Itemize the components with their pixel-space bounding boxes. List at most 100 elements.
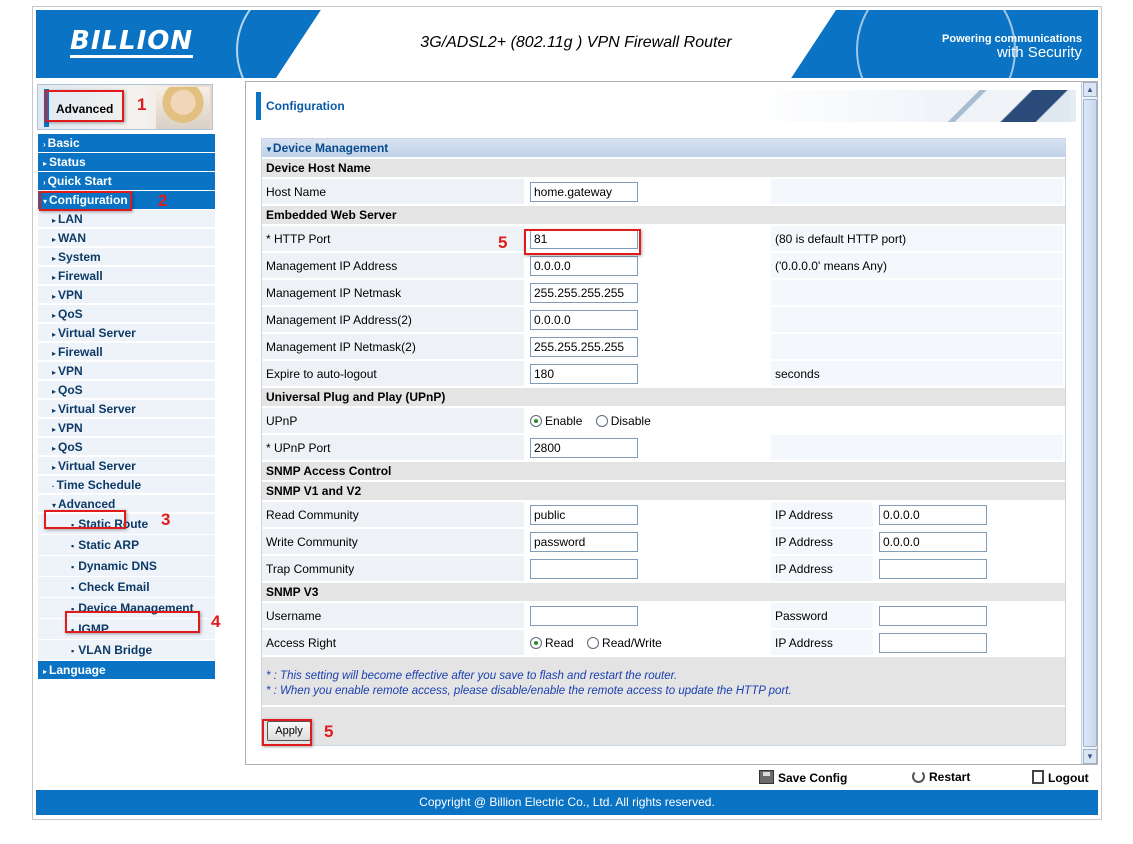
sidebar-item-qos[interactable]: ▸ QoS [38, 305, 215, 324]
sidebar-item-virtual-server[interactable]: ▸ Virtual Server [38, 400, 215, 419]
arrow-icon: ▸ [52, 463, 57, 472]
scroll-down-icon[interactable]: ▼ [1083, 749, 1097, 764]
arrow-icon: ▸ [52, 406, 57, 415]
sidebar-item-wan[interactable]: ▸ WAN [38, 229, 215, 248]
arrow-icon: ▸ [52, 311, 57, 320]
access-read-radio[interactable] [530, 637, 542, 650]
sidebar-item-static-route[interactable]: ▪ Static Route [38, 514, 215, 535]
sidebar-item-language[interactable]: ▸ Language [38, 661, 215, 680]
sidebar-item-qos[interactable]: ▸ QoS [38, 438, 215, 457]
sidebar-item-time-schedule[interactable]: · Time Schedule [38, 476, 215, 495]
save-config-button[interactable]: Save Config [759, 770, 847, 785]
http-port-input[interactable]: 81 [530, 228, 638, 249]
sidebar-item-static-arp[interactable]: ▪ Static ARP [38, 535, 215, 556]
username-input[interactable] [530, 605, 638, 626]
sidebar-item-vpn[interactable]: ▸ VPN [38, 362, 215, 381]
access-ip-input[interactable] [879, 632, 987, 653]
apply-button[interactable]: Apply [267, 721, 311, 741]
access-readwrite-radio[interactable] [587, 637, 600, 650]
sidebar-item-virtual-server[interactable]: ▸ Virtual Server [38, 457, 215, 476]
sidebar-item-check-email[interactable]: ▪ Check Email [38, 577, 215, 598]
scroll-thumb[interactable] [1083, 99, 1097, 747]
notes-box: * : This setting will become effective a… [262, 657, 1065, 705]
upnp-disable-label: Disable [610, 413, 651, 428]
arrow-icon: ▸ [52, 387, 57, 396]
sidebar-item-vpn[interactable]: ▸ VPN [38, 419, 215, 438]
password-input[interactable] [879, 605, 987, 626]
sidebar-item-igmp[interactable]: ▪ IGMP [38, 619, 215, 640]
sidebar-item-label: VPN [58, 364, 83, 378]
logout-label: Logout [1048, 771, 1089, 785]
upnp-enable-radio[interactable] [530, 415, 542, 428]
sidebar-item-configuration[interactable]: ▾ Configuration [38, 191, 215, 210]
arrow-icon: › [43, 178, 46, 187]
sidebar-item-qos[interactable]: ▸ QoS [38, 381, 215, 400]
sidebar-item-vpn[interactable]: ▸ VPN [38, 286, 215, 305]
sidebar-item-firewall[interactable]: ▸ Firewall [38, 343, 215, 362]
sidebar-item-advanced[interactable]: ▾ Advanced [38, 495, 215, 514]
apply-row: Apply [262, 707, 1065, 745]
mgmt-ip-input[interactable]: 0.0.0.0 [530, 255, 638, 276]
read-ip-input[interactable]: 0.0.0.0 [879, 504, 987, 525]
note-line-1: * : This setting will become effective a… [266, 670, 678, 682]
office-photo [926, 90, 1070, 122]
sidebar-item-label: Static ARP [78, 538, 140, 552]
arrow-icon: ▸ [52, 444, 57, 453]
sidebar-item-system[interactable]: ▸ System [38, 248, 215, 267]
sidebar-item-label: IGMP [78, 622, 109, 636]
bullet-icon: ▪ [71, 583, 75, 593]
upnp-port-input[interactable]: 2800 [530, 437, 638, 458]
sidebar-item-label: VPN [58, 421, 83, 435]
section-snmp: SNMP Access Control [262, 462, 1065, 480]
mgmt-mask-input[interactable]: 255.255.255.255 [530, 282, 638, 303]
access-ip-label: IP Address [771, 630, 875, 655]
restart-button[interactable]: Restart [912, 770, 970, 784]
auto-logout-input[interactable]: 180 [530, 363, 638, 384]
sidebar-item-status[interactable]: ▸ Status [38, 153, 215, 172]
write-ip-input[interactable]: 0.0.0.0 [879, 531, 987, 552]
sidebar-item-dynamic-dns[interactable]: ▪ Dynamic DNS [38, 556, 215, 577]
sidebar-item-label: Check Email [78, 580, 150, 594]
upnp-enable-label: Enable [545, 413, 583, 428]
mgmt-ip2-input[interactable]: 0.0.0.0 [530, 309, 638, 330]
host-name-input[interactable]: home.gateway [530, 181, 638, 202]
sidebar-banner: Advanced [37, 84, 213, 130]
mgmt-mask-label: Management IP Netmask [262, 280, 526, 305]
sidebar-item-virtual-server[interactable]: ▸ Virtual Server [38, 324, 215, 343]
annotation-number-1: 1 [137, 95, 147, 114]
sidebar-item-device-management[interactable]: ▪ Device Management [38, 598, 215, 619]
sidebar-item-label: Status [49, 155, 86, 169]
sidebar-item-basic[interactable]: › Basic [38, 134, 215, 153]
vertical-scrollbar[interactable]: ▲ ▼ [1081, 82, 1097, 764]
sidebar-item-label: VLAN Bridge [78, 643, 153, 657]
bullet-icon: ▪ [71, 604, 75, 614]
sidebar-item-lan[interactable]: ▸ LAN [38, 210, 215, 229]
bullet-icon: ▪ [71, 562, 75, 572]
mgmt-mask2-input[interactable]: 255.255.255.255 [530, 336, 638, 357]
read-community-label: Read Community [262, 502, 526, 527]
arrow-icon: ▸ [43, 667, 48, 676]
arrow-icon: ▸ [52, 368, 57, 377]
logout-button[interactable]: Logout [1032, 770, 1089, 785]
mgmt-ip-label: Management IP Address [262, 253, 526, 278]
scroll-up-icon[interactable]: ▲ [1083, 82, 1097, 97]
upnp-disable-radio[interactable] [595, 415, 608, 428]
sidebar-item-label: Virtual Server [58, 402, 136, 416]
product-title: 3G/ADSL2+ (802.11g ) VPN Firewall Router [420, 34, 732, 51]
section-snmp-v1v2: SNMP V1 and V2 [262, 482, 1065, 500]
arrow-icon: ▸ [52, 349, 57, 358]
http-port-label: * HTTP Port [262, 226, 526, 251]
trap-ip-input[interactable] [879, 558, 987, 579]
sidebar-item-vlan-bridge[interactable]: ▪ VLAN Bridge [38, 640, 215, 661]
trap-community-input[interactable] [530, 558, 638, 579]
panel-title[interactable]: ▼Device Management [262, 139, 1065, 157]
read-community-input[interactable]: public [530, 504, 638, 525]
bullet-icon: ▪ [71, 541, 75, 551]
sidebar-item-label: QoS [58, 307, 83, 321]
write-community-input[interactable]: password [530, 531, 638, 552]
sidebar-item-firewall[interactable]: ▸ Firewall [38, 267, 215, 286]
sidebar-item-label: Quick Start [47, 174, 112, 188]
content-header: Configuration [254, 90, 1076, 122]
sidebar-item-quick-start[interactable]: › Quick Start [38, 172, 215, 191]
annotation-number-2: 2 [158, 191, 168, 210]
